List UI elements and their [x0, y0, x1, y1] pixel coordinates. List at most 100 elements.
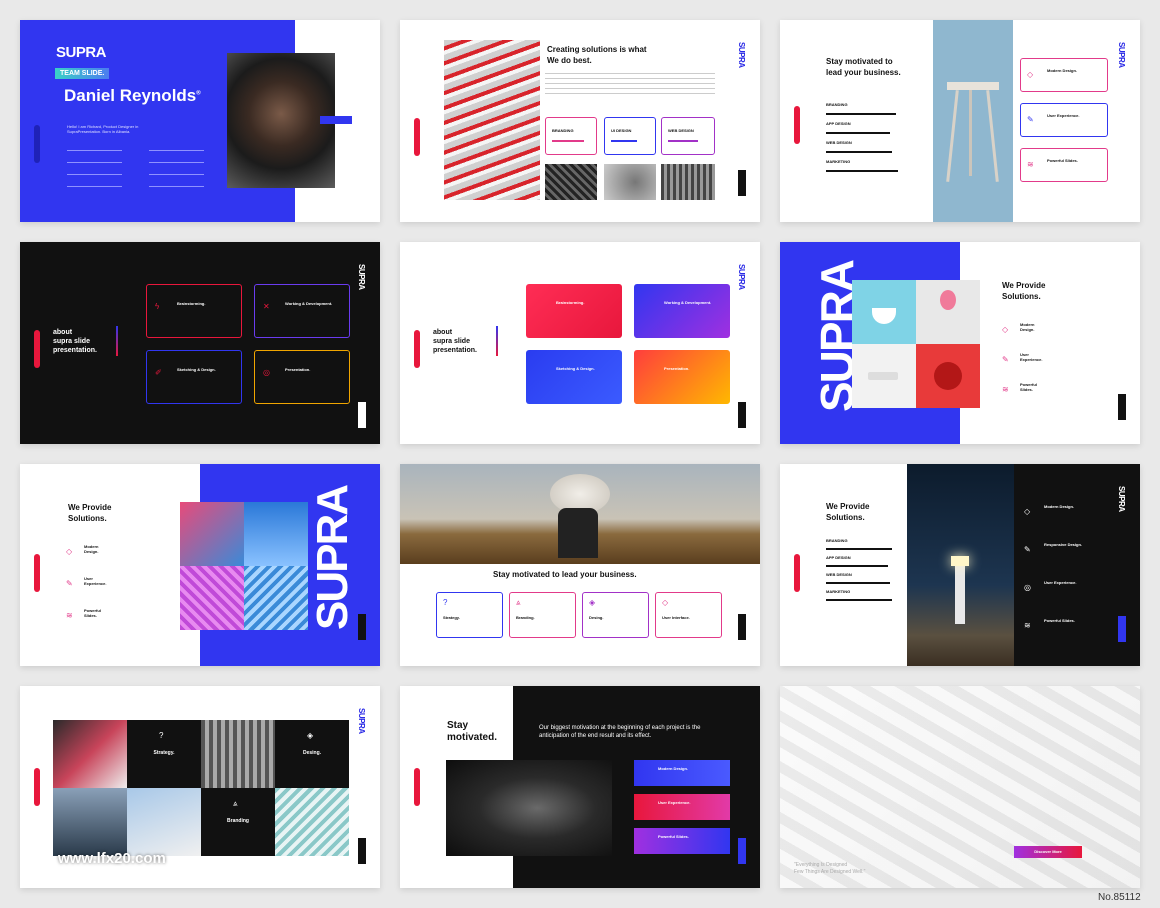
side-tag [1118, 616, 1126, 642]
supra-big-logo: SUPRA [308, 485, 357, 630]
cup-photo [852, 280, 916, 344]
title: We Provide Solutions. [1002, 281, 1046, 301]
supra-vertical-logo: SUPRA [357, 708, 366, 734]
title-line2: We do best. [547, 56, 592, 65]
grid-cell-branding: ⩓ Branding [201, 788, 275, 856]
feature-ux[interactable]: ✎ User Experience. [1020, 103, 1108, 137]
portrait-photo [227, 53, 335, 188]
building-photo-1 [180, 502, 244, 566]
quote: "Everything Is Designed Few Things Are De… [794, 862, 866, 875]
card-presentation[interactable]: Presentation. [634, 350, 730, 404]
device-photo [852, 344, 916, 408]
card-user-interface[interactable]: ◇ User Interface. [655, 592, 722, 638]
slide-motivation-cards[interactable]: Stay motivated to lead your business. ? S… [400, 464, 760, 666]
card-sketching[interactable]: ✐ Sketching & Design. [146, 350, 242, 404]
card-ui-design[interactable]: UI DESIGN [604, 117, 656, 155]
thumb-1 [545, 164, 597, 200]
red-rail [414, 330, 420, 368]
thumb-3 [661, 164, 715, 200]
slide-grid-buildings[interactable]: ? Strategy. ◈ Desing. ⩓ Branding SUPRA www.… [20, 686, 380, 888]
accent-bar [320, 116, 352, 124]
red-rail [34, 554, 40, 592]
red-rail [794, 554, 800, 592]
watermark: www.lfx20.com [58, 850, 166, 867]
card-branding[interactable]: BRANDING [545, 117, 597, 155]
slide-team[interactable]: SUPRA TEAM SLIDE. Daniel Reynolds® Hello… [20, 20, 380, 222]
side-tag [358, 402, 366, 428]
stool-photo [933, 20, 1013, 222]
card-brainstorming[interactable]: ϟ Brainstorming. [146, 284, 242, 338]
card-branding[interactable]: ⩓ Branding. [509, 592, 576, 638]
card-working[interactable]: Working & Development. [634, 284, 730, 338]
title-accent [496, 326, 498, 356]
side-tag [738, 838, 746, 864]
title: about supra slide presentation. [53, 329, 97, 354]
grid-photo-2 [201, 720, 275, 788]
slide-motivation-stool[interactable]: Stay motivated to lead your business. BR… [780, 20, 1140, 222]
card-brainstorming[interactable]: Brainstorming. [526, 284, 622, 338]
body-text [545, 73, 715, 95]
side-tag [358, 614, 366, 640]
red-rail [34, 125, 40, 163]
lighthouse-photo [907, 464, 1014, 666]
feature-slides[interactable]: ≋ Powerful Slides. [1020, 148, 1108, 182]
supra-vertical-logo: SUPRA [1117, 486, 1126, 512]
feature-modern[interactable]: Modern Design. [634, 760, 730, 786]
title: Stay motivated to lead your business. [493, 570, 637, 579]
item-number: No.85112 [1098, 892, 1141, 903]
red-rail [414, 768, 420, 806]
side-tag [1118, 394, 1126, 420]
card-desing[interactable]: ◈ Desing. [582, 592, 649, 638]
quote: Our biggest motivation at the beginning … [539, 725, 701, 739]
slide-closing[interactable]: "Everything Is Designed Few Things Are De… [780, 686, 1140, 888]
side-tag [738, 614, 746, 640]
thumb-2 [604, 164, 656, 200]
card-strategy[interactable]: ? Strategy. [436, 592, 503, 638]
balloon-photo [916, 280, 980, 344]
title-accent [116, 326, 118, 356]
bio-text: Hello! I am Richard, Product Designer in… [67, 124, 139, 134]
grid-cell-desing: ◈ Desing. [275, 720, 349, 788]
hero-photo [400, 464, 760, 564]
slide-provide-solutions-blue-right[interactable]: We Provide Solutions. ◇ Modern Design. ✎ Us… [20, 464, 380, 666]
card-working[interactable]: ✕ Working & Development. [254, 284, 350, 338]
turtle-photo [446, 760, 612, 856]
feature-modern[interactable]: ◇ Modern Design. [1020, 58, 1108, 92]
logo: SUPRA [56, 44, 107, 61]
discover-more-button[interactable]: Discover More [1014, 846, 1082, 858]
slide-provide-solutions-blue-left[interactable]: SUPRA We Provide Solutions. ◇ Modern Desig… [780, 242, 1140, 444]
card-sketching[interactable]: Sketching & Design. [526, 350, 622, 404]
slide-provide-solutions-lighthouse[interactable]: We Provide Solutions. BRANDING APP DESIGN… [780, 464, 1140, 666]
title: about supra slide presentation. [433, 329, 477, 354]
team-badge: TEAM SLIDE. [55, 68, 110, 79]
title-line2: lead your business. [826, 68, 901, 77]
building-photo-3 [180, 566, 244, 630]
feature-ux[interactable]: User Experience. [634, 794, 730, 820]
side-tag [358, 838, 366, 864]
card-presentation[interactable]: ◎ Presentation. [254, 350, 350, 404]
title: We Provide Solutions. [826, 502, 870, 522]
architecture-photo [444, 40, 540, 200]
grid-cell-strategy: ? Strategy. [127, 720, 201, 788]
side-tag [738, 402, 746, 428]
person-name: Daniel Reynolds® [64, 86, 201, 105]
title: We Provide Solutions. [68, 503, 112, 523]
feature-slides[interactable]: Powerful Slides. [634, 828, 730, 854]
supra-vertical-logo: SUPRA [1117, 42, 1126, 68]
building-photo-4 [244, 566, 308, 630]
supra-vertical-logo: SUPRA [737, 42, 746, 68]
paint-photo [916, 344, 980, 408]
supra-vertical-logo: SUPRA [357, 264, 366, 290]
red-rail [794, 106, 800, 144]
slide-about-dark[interactable]: about supra slide presentation. ϟ Brainstor… [20, 242, 380, 444]
slide-stay-motivated-turtle[interactable]: Stay motivated. Our biggest motivation at… [400, 686, 760, 888]
paper-texture [780, 686, 1140, 888]
red-rail [414, 118, 420, 156]
grid-photo-4 [127, 788, 201, 856]
grid-photo-5 [275, 788, 349, 856]
slide-about-color[interactable]: about supra slide presentation. Brainstorm… [400, 242, 760, 444]
grid-photo-1 [53, 720, 127, 788]
card-web-design[interactable]: WEB DESIGN [661, 117, 715, 155]
red-rail [34, 768, 40, 806]
slide-solutions[interactable]: Creating solutions is what We do best. B… [400, 20, 760, 222]
